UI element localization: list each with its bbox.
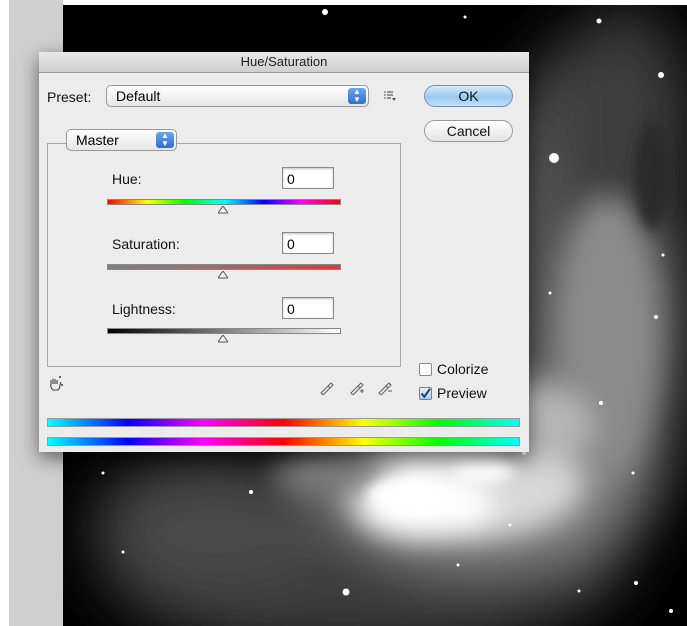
saturation-slider[interactable] — [107, 264, 341, 270]
eyedropper-icon[interactable] — [319, 379, 335, 398]
hue-label: Hue: — [112, 171, 142, 187]
lightness-field[interactable]: 0 — [282, 297, 334, 319]
colorize-label: Colorize — [437, 361, 489, 377]
lightness-slider[interactable] — [107, 328, 341, 334]
preset-options-icon[interactable] — [383, 89, 397, 106]
colorize-checkbox[interactable] — [419, 363, 432, 376]
window-edge — [0, 0, 9, 626]
eyedropper-minus-icon[interactable] — [377, 379, 393, 398]
dialog-title[interactable]: Hue/Saturation — [39, 52, 529, 73]
spectrum-bar-source — [47, 418, 520, 427]
channel-select[interactable]: Master ▲ ▼ — [66, 129, 177, 151]
ok-button[interactable]: OK — [424, 85, 513, 107]
hand-adjust-icon[interactable] — [48, 376, 64, 395]
cancel-button[interactable]: Cancel — [424, 120, 513, 142]
preview-checkbox[interactable] — [419, 387, 432, 400]
hue-field[interactable]: 0 — [282, 167, 334, 189]
preview-label: Preview — [437, 385, 487, 401]
saturation-label: Saturation: — [112, 236, 180, 252]
hue-saturation-dialog: Hue/Saturation Preset: Default ▲ ▼ OK Can… — [39, 52, 529, 452]
preset-label: Preset: — [47, 89, 92, 105]
eyedropper-plus-icon[interactable] — [349, 379, 365, 398]
saturation-field[interactable]: 0 — [282, 232, 334, 254]
checkmark-icon — [420, 388, 431, 399]
preset-select[interactable]: Default ▲ ▼ — [106, 85, 369, 107]
preset-value: Default — [116, 88, 161, 104]
channel-value: Master — [76, 132, 119, 148]
spectrum-bar-result — [47, 437, 520, 446]
stepper-arrows-icon: ▲ ▼ — [156, 132, 174, 148]
hue-slider[interactable] — [107, 199, 341, 205]
lightness-label: Lightness: — [112, 301, 176, 317]
stepper-arrows-icon: ▲ ▼ — [348, 88, 366, 104]
